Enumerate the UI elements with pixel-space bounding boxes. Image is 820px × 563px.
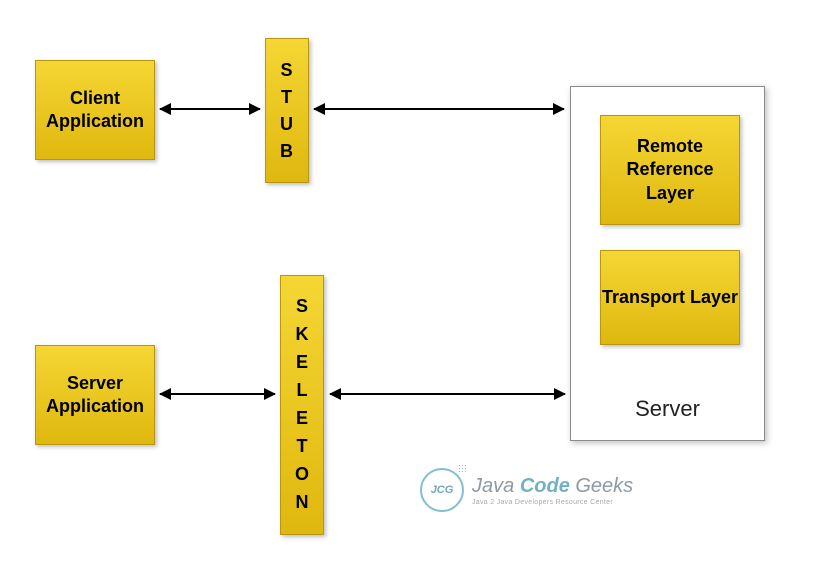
logo-word-geeks: Geeks — [575, 475, 633, 497]
skeleton-box: SKELETON — [280, 275, 324, 535]
transport-layer-label: Transport Layer — [602, 286, 738, 309]
arrow-client-stub — [160, 108, 260, 110]
logo-text: Java Code Geeks — [472, 475, 633, 498]
logo-text-wrap: Java Code Geeks Java 2 Java Developers R… — [472, 475, 633, 506]
stub-label: STUB — [280, 57, 294, 165]
remote-reference-layer-box: Remote Reference Layer — [600, 115, 740, 225]
logo-subtitle: Java 2 Java Developers Resource Center — [472, 499, 633, 506]
server-application-box: Server Application — [35, 345, 155, 445]
remote-reference-layer-label: Remote Reference Layer — [601, 135, 739, 205]
arrow-skeleton-server — [330, 393, 565, 395]
arrow-stub-server — [314, 108, 564, 110]
server-application-label: Server Application — [36, 372, 154, 419]
client-application-box: Client Application — [35, 60, 155, 160]
client-application-label: Client Application — [36, 87, 154, 134]
arrow-serverapp-skeleton — [160, 393, 275, 395]
logo-word-code: Code — [520, 475, 570, 497]
logo-word-java: Java — [472, 475, 514, 497]
skeleton-label: SKELETON — [295, 293, 309, 516]
stub-box: STUB — [265, 38, 309, 183]
watermark-logo: JCG Java Code Geeks Java 2 Java Develope… — [420, 468, 633, 512]
transport-layer-box: Transport Layer — [600, 250, 740, 345]
logo-badge-icon: JCG — [420, 468, 464, 512]
server-label: Server — [570, 396, 765, 422]
